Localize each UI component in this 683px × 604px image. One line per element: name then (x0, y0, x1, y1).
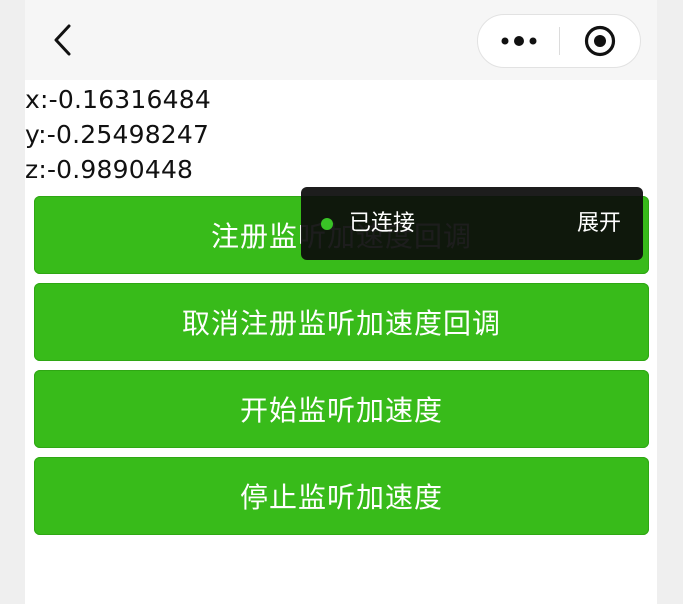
expand-button[interactable]: 展开 (577, 209, 621, 239)
connection-status-label: 已连接 (349, 211, 416, 236)
connected-status-dot-icon (321, 218, 333, 230)
capsule-menu (477, 14, 641, 68)
close-button[interactable] (560, 15, 640, 67)
accelerometer-readout: x:-0.16316484 y:-0.25498247 z:-0.9890448 (25, 82, 211, 187)
z-value: z:-0.9890448 (25, 155, 194, 184)
target-circle-icon (584, 25, 616, 57)
mini-program-screen: x:-0.16316484 y:-0.25498247 z:-0.9890448… (25, 0, 657, 604)
stop-accelerometer-button[interactable]: 停止监听加速度 (34, 457, 649, 535)
navigation-bar (25, 0, 657, 80)
x-value: x:-0.16316484 (25, 85, 211, 114)
unregister-accelerometer-callback-button[interactable]: 取消注册监听加速度回调 (34, 283, 649, 361)
more-dots-icon (501, 36, 536, 46)
start-accelerometer-button[interactable]: 开始监听加速度 (34, 370, 649, 448)
chevron-left-icon (54, 24, 71, 56)
page: x:-0.16316484 y:-0.25498247 z:-0.9890448… (0, 0, 683, 604)
more-button[interactable] (478, 15, 559, 67)
y-value: y:-0.25498247 (25, 120, 210, 149)
connection-toast: 已连接 展开 (301, 187, 643, 260)
back-button[interactable] (43, 18, 83, 62)
